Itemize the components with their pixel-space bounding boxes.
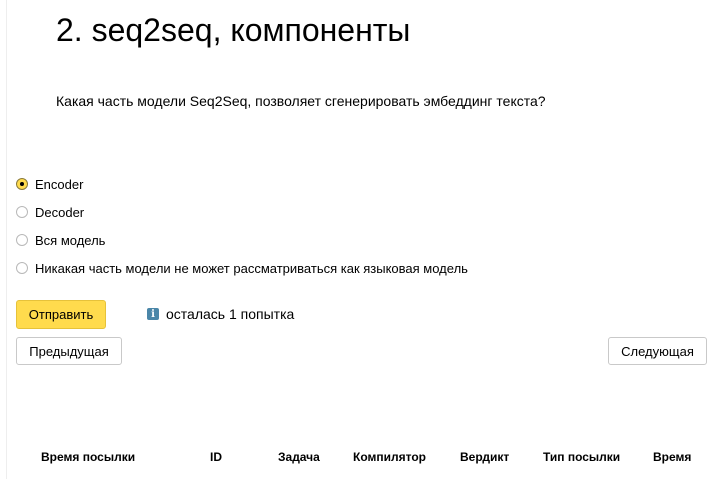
option-label: Никакая часть модели не может рассматрив…: [35, 260, 468, 276]
previous-button[interactable]: Предыдущая: [16, 337, 122, 365]
option-whole-model[interactable]: Вся модель: [16, 226, 468, 254]
column-header-verdict: Вердикт: [460, 450, 510, 464]
column-header-time: Время: [653, 450, 692, 464]
column-header-task: Задача: [278, 450, 320, 464]
answer-options: Encoder Decoder Вся модель Никакая часть…: [16, 170, 468, 282]
left-border: [6, 0, 7, 479]
option-none[interactable]: Никакая часть модели не может рассматрив…: [16, 254, 468, 282]
radio-button[interactable]: [16, 262, 28, 274]
column-header-submission-type: Тип посылки: [543, 450, 621, 464]
column-header-id: ID: [210, 450, 222, 464]
radio-button-checked[interactable]: [16, 178, 28, 190]
option-encoder[interactable]: Encoder: [16, 170, 468, 198]
option-label: Вся модель: [35, 232, 106, 248]
attempts-text: осталась 1 попытка: [166, 306, 295, 322]
radio-button[interactable]: [16, 206, 28, 218]
column-header-compiler: Компилятор: [353, 450, 427, 464]
option-decoder[interactable]: Decoder: [16, 198, 468, 226]
attempts-remaining: i осталась 1 попытка: [147, 306, 294, 322]
question-text: Какая часть модели Seq2Seq, позволяет сг…: [56, 93, 546, 109]
option-label: Decoder: [35, 204, 85, 220]
radio-button[interactable]: [16, 234, 28, 246]
page-title: 2. seq2seq, компоненты: [56, 12, 411, 48]
submit-button[interactable]: Отправить: [16, 300, 106, 329]
info-icon: i: [147, 308, 159, 320]
column-header-submit-time: Время посылки: [41, 450, 136, 464]
next-button[interactable]: Следующая: [608, 337, 707, 365]
option-label: Encoder: [35, 176, 84, 192]
